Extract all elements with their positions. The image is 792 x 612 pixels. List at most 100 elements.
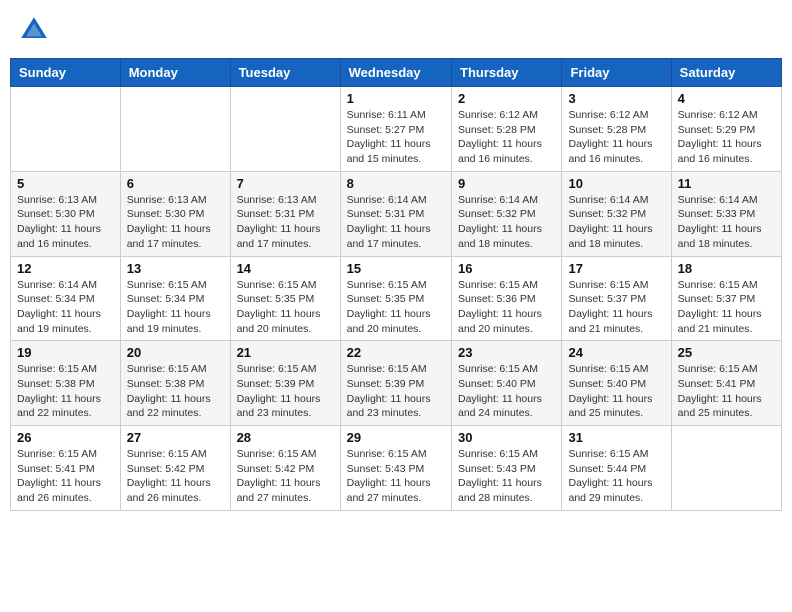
calendar-cell: 17 Sunrise: 6:15 AM Sunset: 5:37 PM Dayli…	[562, 256, 671, 341]
calendar-week-row: 19Sunrise: 6:15 AM Sunset: 5:38 PM Dayli…	[11, 341, 782, 426]
day-info: Sunrise: 6:15 AM Sunset: 5:37 PM Dayligh…	[678, 278, 775, 337]
calendar-week-row: 5 Sunrise: 6:13 AM Sunset: 5:30 PM Daylig…	[11, 171, 782, 256]
day-info: Sunrise: 6:14 AM Sunset: 5:34 PM Dayligh…	[17, 278, 114, 337]
calendar-cell	[671, 426, 781, 511]
day-number: 30	[458, 430, 555, 445]
day-info: Sunrise: 6:15 AM Sunset: 5:36 PM Dayligh…	[458, 278, 555, 337]
calendar-cell: 29 Sunrise: 6:15 AM Sunset: 5:43 PM Dayli…	[340, 426, 451, 511]
day-header-wednesday: Wednesday	[340, 59, 451, 87]
calendar-week-row: 1Sunrise: 6:11 AM Sunset: 5:27 PM Daylig…	[11, 87, 782, 172]
day-number: 9	[458, 176, 555, 191]
day-header-saturday: Saturday	[671, 59, 781, 87]
calendar-cell: 5 Sunrise: 6:13 AM Sunset: 5:30 PM Daylig…	[11, 171, 121, 256]
day-number: 20	[127, 345, 224, 360]
calendar-cell: 25Sunrise: 6:15 AM Sunset: 5:41 PM Dayli…	[671, 341, 781, 426]
day-info: Sunrise: 6:15 AM Sunset: 5:42 PM Dayligh…	[237, 447, 334, 506]
day-number: 1	[347, 91, 445, 106]
day-header-monday: Monday	[120, 59, 230, 87]
calendar-cell: 27 Sunrise: 6:15 AM Sunset: 5:42 PM Dayli…	[120, 426, 230, 511]
day-info: Sunrise: 6:13 AM Sunset: 5:30 PM Dayligh…	[17, 193, 114, 252]
calendar-cell: 26 Sunrise: 6:15 AM Sunset: 5:41 PM Dayli…	[11, 426, 121, 511]
day-header-sunday: Sunday	[11, 59, 121, 87]
day-number: 3	[568, 91, 664, 106]
calendar-week-row: 26 Sunrise: 6:15 AM Sunset: 5:41 PM Dayli…	[11, 426, 782, 511]
day-info: Sunrise: 6:15 AM Sunset: 5:41 PM Dayligh…	[17, 447, 114, 506]
day-header-thursday: Thursday	[452, 59, 562, 87]
day-number: 10	[568, 176, 664, 191]
calendar-cell	[11, 87, 121, 172]
calendar-cell: 12 Sunrise: 6:14 AM Sunset: 5:34 PM Dayli…	[11, 256, 121, 341]
day-info: Sunrise: 6:15 AM Sunset: 5:43 PM Dayligh…	[347, 447, 445, 506]
day-info: Sunrise: 6:15 AM Sunset: 5:38 PM Dayligh…	[127, 362, 224, 421]
calendar-week-row: 12 Sunrise: 6:14 AM Sunset: 5:34 PM Dayli…	[11, 256, 782, 341]
logo-icon	[18, 14, 50, 46]
day-info: Sunrise: 6:15 AM Sunset: 5:35 PM Dayligh…	[347, 278, 445, 337]
day-info: Sunrise: 6:15 AM Sunset: 5:37 PM Dayligh…	[568, 278, 664, 337]
calendar-cell	[230, 87, 340, 172]
calendar-cell: 20 Sunrise: 6:15 AM Sunset: 5:38 PM Dayli…	[120, 341, 230, 426]
day-number: 13	[127, 261, 224, 276]
calendar-cell: 9 Sunrise: 6:14 AM Sunset: 5:32 PM Daylig…	[452, 171, 562, 256]
day-info: Sunrise: 6:14 AM Sunset: 5:33 PM Dayligh…	[678, 193, 775, 252]
day-info: Sunrise: 6:12 AM Sunset: 5:28 PM Dayligh…	[568, 108, 664, 167]
day-info: Sunrise: 6:14 AM Sunset: 5:32 PM Dayligh…	[458, 193, 555, 252]
day-number: 14	[237, 261, 334, 276]
day-info: Sunrise: 6:15 AM Sunset: 5:35 PM Dayligh…	[237, 278, 334, 337]
calendar-cell: 7 Sunrise: 6:13 AM Sunset: 5:31 PM Daylig…	[230, 171, 340, 256]
calendar-cell: 4 Sunrise: 6:12 AM Sunset: 5:29 PM Daylig…	[671, 87, 781, 172]
day-number: 28	[237, 430, 334, 445]
calendar-cell	[120, 87, 230, 172]
day-info: Sunrise: 6:14 AM Sunset: 5:32 PM Dayligh…	[568, 193, 664, 252]
logo	[18, 14, 54, 46]
day-info: Sunrise: 6:12 AM Sunset: 5:29 PM Dayligh…	[678, 108, 775, 167]
day-number: 24	[568, 345, 664, 360]
day-number: 5	[17, 176, 114, 191]
day-number: 7	[237, 176, 334, 191]
day-header-tuesday: Tuesday	[230, 59, 340, 87]
day-number: 23	[458, 345, 555, 360]
day-number: 29	[347, 430, 445, 445]
day-info: Sunrise: 6:14 AM Sunset: 5:31 PM Dayligh…	[347, 193, 445, 252]
day-info: Sunrise: 6:13 AM Sunset: 5:31 PM Dayligh…	[237, 193, 334, 252]
calendar-cell: 30 Sunrise: 6:15 AM Sunset: 5:43 PM Dayli…	[452, 426, 562, 511]
day-number: 12	[17, 261, 114, 276]
calendar-cell: 1Sunrise: 6:11 AM Sunset: 5:27 PM Daylig…	[340, 87, 451, 172]
calendar-header-row: SundayMondayTuesdayWednesdayThursdayFrid…	[11, 59, 782, 87]
day-number: 17	[568, 261, 664, 276]
day-info: Sunrise: 6:15 AM Sunset: 5:38 PM Dayligh…	[17, 362, 114, 421]
day-info: Sunrise: 6:15 AM Sunset: 5:40 PM Dayligh…	[458, 362, 555, 421]
day-info: Sunrise: 6:15 AM Sunset: 5:43 PM Dayligh…	[458, 447, 555, 506]
calendar-cell: 22Sunrise: 6:15 AM Sunset: 5:39 PM Dayli…	[340, 341, 451, 426]
calendar-cell: 24 Sunrise: 6:15 AM Sunset: 5:40 PM Dayli…	[562, 341, 671, 426]
day-info: Sunrise: 6:15 AM Sunset: 5:41 PM Dayligh…	[678, 362, 775, 421]
day-info: Sunrise: 6:15 AM Sunset: 5:42 PM Dayligh…	[127, 447, 224, 506]
calendar-cell: 11 Sunrise: 6:14 AM Sunset: 5:33 PM Dayli…	[671, 171, 781, 256]
calendar-cell: 16 Sunrise: 6:15 AM Sunset: 5:36 PM Dayli…	[452, 256, 562, 341]
day-info: Sunrise: 6:15 AM Sunset: 5:39 PM Dayligh…	[237, 362, 334, 421]
day-info: Sunrise: 6:13 AM Sunset: 5:30 PM Dayligh…	[127, 193, 224, 252]
calendar-cell: 8Sunrise: 6:14 AM Sunset: 5:31 PM Daylig…	[340, 171, 451, 256]
calendar-cell: 6Sunrise: 6:13 AM Sunset: 5:30 PM Daylig…	[120, 171, 230, 256]
day-info: Sunrise: 6:12 AM Sunset: 5:28 PM Dayligh…	[458, 108, 555, 167]
day-number: 31	[568, 430, 664, 445]
day-header-friday: Friday	[562, 59, 671, 87]
day-number: 11	[678, 176, 775, 191]
day-number: 4	[678, 91, 775, 106]
day-number: 15	[347, 261, 445, 276]
day-info: Sunrise: 6:15 AM Sunset: 5:40 PM Dayligh…	[568, 362, 664, 421]
calendar-cell: 15 Sunrise: 6:15 AM Sunset: 5:35 PM Dayli…	[340, 256, 451, 341]
day-number: 27	[127, 430, 224, 445]
calendar-cell: 31Sunrise: 6:15 AM Sunset: 5:44 PM Dayli…	[562, 426, 671, 511]
calendar-cell: 13 Sunrise: 6:15 AM Sunset: 5:34 PM Dayli…	[120, 256, 230, 341]
calendar-cell: 2Sunrise: 6:12 AM Sunset: 5:28 PM Daylig…	[452, 87, 562, 172]
calendar-cell: 19Sunrise: 6:15 AM Sunset: 5:38 PM Dayli…	[11, 341, 121, 426]
day-number: 16	[458, 261, 555, 276]
day-number: 22	[347, 345, 445, 360]
page-header	[10, 10, 782, 50]
day-info: Sunrise: 6:15 AM Sunset: 5:34 PM Dayligh…	[127, 278, 224, 337]
day-number: 21	[237, 345, 334, 360]
calendar-cell: 3 Sunrise: 6:12 AM Sunset: 5:28 PM Daylig…	[562, 87, 671, 172]
day-number: 26	[17, 430, 114, 445]
day-number: 18	[678, 261, 775, 276]
calendar-cell: 21 Sunrise: 6:15 AM Sunset: 5:39 PM Dayli…	[230, 341, 340, 426]
